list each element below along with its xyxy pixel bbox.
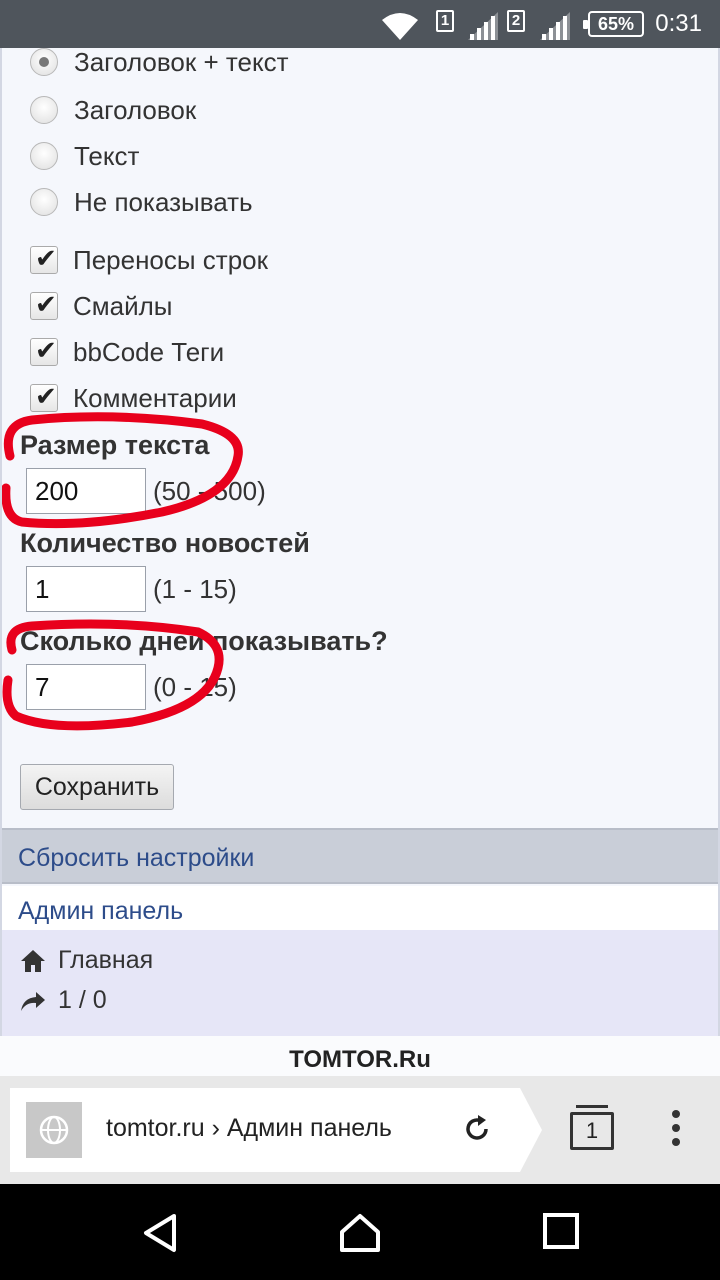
radio-title-text[interactable]: Заголовок + текст [30, 42, 289, 82]
days-show-range: (0 - 15) [153, 672, 237, 702]
checkbox-checked[interactable]: ✔ [30, 289, 58, 320]
checkbox-label: Переносы строк [73, 244, 268, 275]
checkmark-icon: ✔ [35, 381, 57, 411]
checkbox-label: Смайлы [73, 290, 173, 321]
text-size-range: (50 - 500) [153, 476, 266, 506]
checkbox-smileys[interactable]: ✔ Смайлы [30, 286, 173, 326]
radio-title[interactable]: Заголовок [30, 90, 196, 130]
back-icon[interactable] [140, 1212, 180, 1254]
checkmark-icon: ✔ [35, 335, 57, 365]
home-icon [21, 949, 45, 972]
browser-toolbar: tomtor.ru › Админ панель 1 [0, 1076, 720, 1184]
news-count-range: (1 - 15) [153, 574, 237, 604]
reset-settings-link[interactable]: Сбросить настройки [2, 828, 718, 884]
radio-label: Заголовок [74, 94, 197, 125]
radio-text[interactable]: Текст [30, 136, 139, 176]
battery-indicator: 65% [583, 11, 644, 37]
share-arrow-icon [21, 991, 45, 1011]
recents-icon[interactable] [542, 1212, 580, 1250]
radio-button[interactable] [30, 188, 58, 216]
checkbox-checked[interactable]: ✔ [30, 381, 58, 412]
checkbox-label: bbCode Теги [73, 336, 225, 367]
checkmark-icon: ✔ [35, 243, 57, 273]
radio-button-checked[interactable] [30, 48, 58, 76]
save-button[interactable]: Сохранить [20, 764, 174, 810]
checkbox-bbcode[interactable]: ✔ bbCode Теги [30, 332, 224, 372]
radio-button[interactable] [30, 96, 58, 124]
tabs-button[interactable]: 1 [570, 1105, 614, 1150]
checkbox-checked[interactable]: ✔ [30, 243, 58, 274]
wifi-icon [382, 13, 418, 40]
news-count-label: Количество новостей [20, 528, 310, 558]
checkbox-comments[interactable]: ✔ Комментарии [30, 378, 237, 418]
signal-icon-sim2 [540, 12, 570, 40]
text-size-label: Размер текста [20, 430, 210, 460]
radio-button[interactable] [30, 142, 58, 170]
url-text: tomtor.ru › Админ панель [106, 1114, 392, 1142]
sim2-badge: 2 [507, 10, 525, 32]
home-nav-icon[interactable] [338, 1212, 382, 1254]
checkbox-label: Комментарии [73, 382, 237, 413]
radio-hide[interactable]: Не показывать [30, 182, 253, 222]
reload-icon[interactable] [460, 1112, 494, 1146]
settings-page: Заголовок + текст Заголовок Текст Не пок… [0, 47, 720, 1036]
system-nav-bar [0, 1184, 720, 1280]
home-link[interactable]: Главная [20, 946, 153, 975]
news-count-input[interactable]: 1 [26, 566, 146, 612]
globe-icon [39, 1115, 69, 1145]
checkbox-line-breaks[interactable]: ✔ Переносы строк [30, 240, 268, 280]
counter-row: 1 / 0 [20, 986, 107, 1015]
days-show-input[interactable]: 7 [26, 664, 146, 710]
address-bar[interactable]: tomtor.ru › Админ панель [10, 1088, 542, 1172]
clock: 0:31 [655, 10, 702, 37]
checkmark-icon: ✔ [35, 289, 57, 319]
home-label: Главная [58, 946, 154, 974]
footer-nav: Главная 1 / 0 [2, 930, 718, 1036]
days-show-label: Сколько дней показывать? [20, 626, 388, 656]
admin-panel-link[interactable]: Админ панель [2, 886, 718, 932]
checkbox-checked[interactable]: ✔ [30, 335, 58, 366]
sim1-badge: 1 [436, 10, 454, 32]
radio-label: Текст [74, 140, 140, 171]
radio-label: Не показывать [74, 186, 253, 217]
site-icon [26, 1102, 82, 1158]
radio-label: Заголовок + текст [74, 46, 289, 77]
status-bar: 1 2 65% 0:31 [0, 0, 720, 48]
counter-text: 1 / 0 [58, 986, 107, 1014]
text-size-input[interactable]: 200 [26, 468, 146, 514]
menu-more-icon[interactable] [664, 1110, 688, 1154]
signal-icon-sim1 [468, 12, 498, 40]
